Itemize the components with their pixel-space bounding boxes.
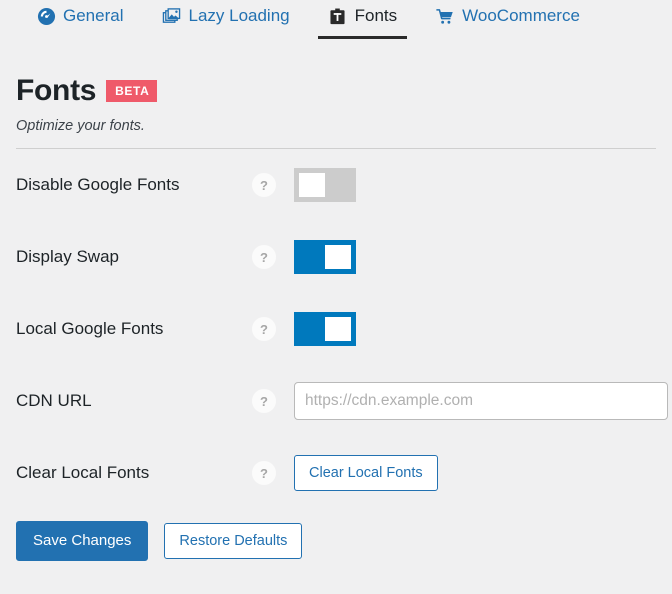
dashboard-gauge-icon	[36, 6, 56, 26]
page-title: Fonts	[16, 74, 97, 107]
row-cdn-url: CDN URL ?	[16, 365, 668, 437]
page-header: Fonts BETA Optimize your fonts.	[0, 40, 672, 134]
toggle-knob	[299, 173, 325, 197]
page-subtitle: Optimize your fonts.	[16, 118, 145, 134]
control-cdn-url	[294, 382, 668, 420]
font-clipboard-icon	[328, 6, 348, 26]
settings-rows: Disable Google Fonts ? Display Swap ? Lo…	[0, 149, 672, 509]
row-label-display-swap: Display Swap	[16, 247, 119, 266]
toggle-disable-google-fonts[interactable]	[294, 168, 356, 202]
save-changes-button[interactable]: Save Changes	[16, 521, 149, 561]
row-local-google-fonts: Local Google Fonts ?	[16, 293, 656, 365]
help-icon-display-swap[interactable]: ?	[252, 245, 276, 269]
tab-woocommerce[interactable]: WooCommerce	[425, 4, 590, 34]
tab-woocommerce-label: WooCommerce	[462, 6, 580, 25]
row-label-disable-google-fonts: Disable Google Fonts	[16, 175, 180, 194]
restore-defaults-button[interactable]: Restore Defaults	[164, 523, 303, 559]
toggle-local-google-fonts[interactable]	[294, 312, 356, 346]
help-icon-cdn-url[interactable]: ?	[252, 389, 276, 413]
tab-lazy-loading-label: Lazy Loading	[188, 6, 290, 25]
tab-fonts-label: Fonts	[354, 6, 398, 25]
help-icon-disable-google-fonts[interactable]: ?	[252, 173, 276, 197]
tab-lazy-loading[interactable]: Lazy Loading	[151, 4, 299, 34]
toggle-knob	[325, 317, 351, 341]
row-label-clear-local-fonts: Clear Local Fonts	[16, 463, 150, 482]
control-disable-google-fonts	[294, 168, 656, 202]
form-actions: Save Changes Restore Defaults	[0, 509, 672, 561]
tab-general-label: General	[63, 6, 124, 25]
row-label-local-google-fonts: Local Google Fonts	[16, 319, 164, 338]
shopping-cart-icon	[435, 6, 455, 26]
row-clear-local-fonts: Clear Local Fonts ? Clear Local Fonts	[16, 437, 656, 509]
help-icon-local-google-fonts[interactable]: ?	[252, 317, 276, 341]
row-disable-google-fonts: Disable Google Fonts ?	[16, 149, 656, 221]
toggle-display-swap[interactable]	[294, 240, 356, 274]
row-display-swap: Display Swap ?	[16, 221, 656, 293]
help-icon-clear-local-fonts[interactable]: ?	[252, 461, 276, 485]
tab-general[interactable]: General	[26, 4, 133, 34]
settings-tab-bar: General Lazy Loading Fonts WooCommerce	[0, 0, 672, 40]
stacked-images-icon	[161, 6, 181, 26]
title-row: Fonts BETA	[16, 74, 656, 108]
cdn-url-input[interactable]	[294, 382, 668, 420]
control-display-swap	[294, 240, 656, 274]
control-clear-local-fonts: Clear Local Fonts	[294, 455, 656, 491]
row-label-cdn-url: CDN URL	[16, 391, 92, 410]
clear-local-fonts-button[interactable]: Clear Local Fonts	[294, 455, 438, 491]
tab-fonts[interactable]: Fonts	[317, 4, 408, 39]
toggle-knob	[325, 245, 351, 269]
beta-badge: BETA	[106, 80, 158, 102]
control-local-google-fonts	[294, 312, 656, 346]
